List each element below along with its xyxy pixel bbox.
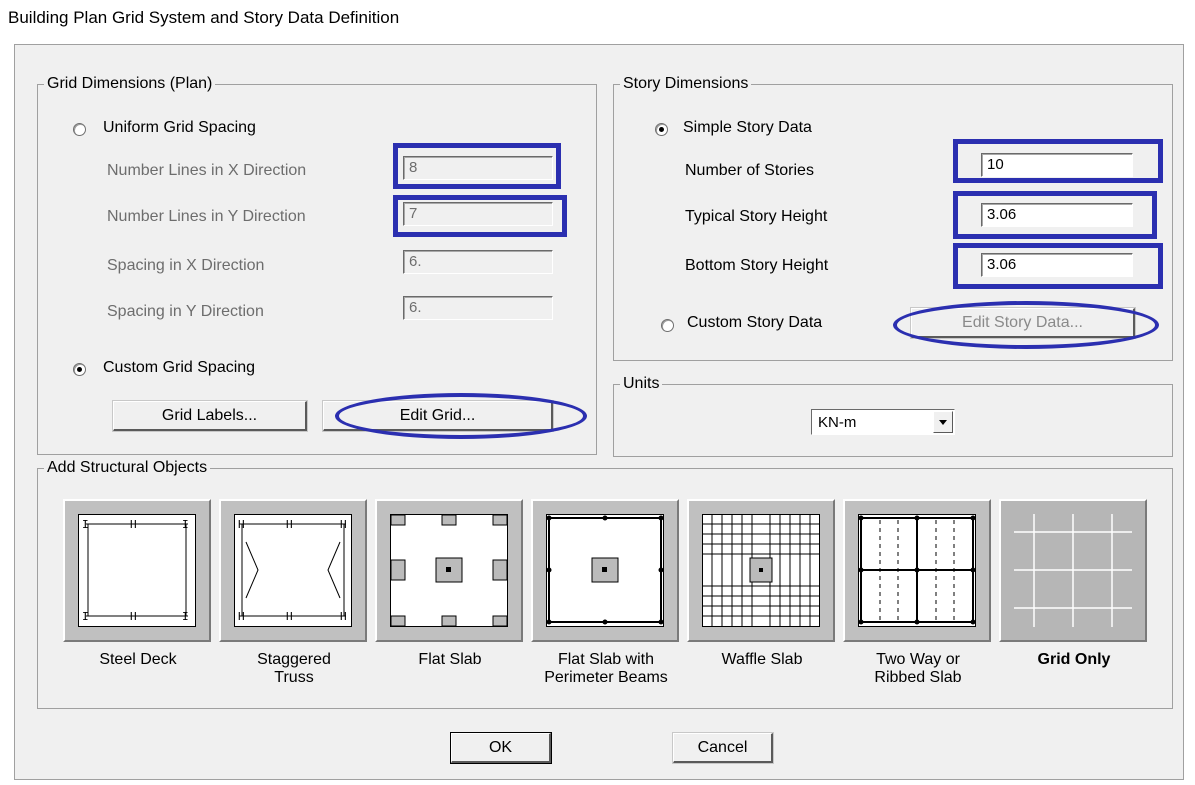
num-stories-field[interactable]: 10 (981, 153, 1133, 177)
steel-deck-label: Steel Deck (99, 651, 177, 668)
svg-text:H: H (340, 518, 347, 531)
structural-objects-legend: Add Structural Objects (47, 459, 208, 476)
spacing-y-field[interactable]: 6. (403, 296, 553, 320)
flat-slab-perimeter-label: Flat Slab with Perimeter Beams (544, 651, 668, 686)
cancel-button[interactable]: Cancel (673, 733, 773, 763)
simple-story-label: Simple Story Data (683, 119, 812, 136)
spacing-x-field[interactable]: 6. (403, 250, 553, 274)
svg-text:I: I (182, 610, 189, 623)
staggered-truss-icon: H H H H H H (234, 514, 352, 627)
custom-story-radio[interactable] (661, 319, 674, 332)
svg-text:I: I (82, 518, 89, 531)
typical-height-field[interactable]: 3.06 (981, 203, 1133, 227)
flat-slab-icon (390, 514, 508, 627)
waffle-slab-tile[interactable] (687, 499, 835, 642)
dialog-title: Building Plan Grid System and Story Data… (8, 8, 400, 27)
uniform-grid-radio[interactable] (73, 123, 86, 136)
waffle-slab-icon (702, 514, 820, 627)
svg-text:H: H (130, 518, 137, 531)
svg-text:H: H (340, 610, 347, 623)
waffle-slab-label: Waffle Slab (721, 651, 803, 668)
lines-y-field[interactable]: 7 (403, 202, 553, 226)
num-stories-label: Number of Stories (685, 162, 814, 179)
svg-text:H: H (130, 610, 137, 623)
units-select-value: KN-m (818, 414, 857, 431)
custom-grid-radio[interactable] (73, 363, 86, 376)
two-way-ribbed-tile[interactable] (843, 499, 991, 642)
staggered-truss-label: Staggered Truss (257, 651, 331, 686)
grid-dimensions-legend: Grid Dimensions (Plan) (47, 75, 213, 92)
dialog-panel: Grid Dimensions (Plan) Uniform Grid Spac… (14, 44, 1184, 780)
flat-slab-perimeter-beams-icon (546, 514, 664, 627)
steel-deck-icon: I H I I H I (78, 514, 196, 627)
svg-text:H: H (286, 518, 293, 531)
grid-only-icon (1014, 514, 1132, 627)
units-select[interactable]: KN-m (811, 409, 955, 435)
simple-story-radio[interactable] (655, 123, 668, 136)
lines-y-label: Number Lines in Y Direction (107, 208, 306, 225)
ok-button[interactable]: OK (450, 732, 552, 764)
flat-slab-perimeter-tile[interactable] (531, 499, 679, 642)
two-way-ribbed-slab-icon (858, 514, 976, 627)
grid-only-tile[interactable] (999, 499, 1147, 642)
grid-only-label: Grid Only (1037, 651, 1111, 668)
lines-x-field[interactable]: 8 (403, 156, 553, 180)
spacing-x-label: Spacing in X Direction (107, 257, 265, 274)
chevron-down-icon (939, 420, 947, 425)
svg-text:I: I (182, 518, 189, 531)
custom-grid-label: Custom Grid Spacing (103, 359, 256, 376)
steel-deck-tile[interactable]: I H I I H I (63, 499, 211, 642)
spacing-y-label: Spacing in Y Direction (107, 303, 264, 320)
edit-story-data-button[interactable]: Edit Story Data... (911, 308, 1135, 338)
grid-labels-button[interactable]: Grid Labels... (113, 401, 307, 431)
bottom-height-field[interactable]: 3.06 (981, 253, 1133, 277)
units-dropdown-button[interactable] (933, 411, 953, 433)
edit-grid-button[interactable]: Edit Grid... (323, 401, 553, 431)
units-legend: Units (623, 375, 660, 392)
custom-story-label: Custom Story Data (687, 314, 823, 331)
typical-height-label: Typical Story Height (685, 208, 828, 225)
two-way-ribbed-label: Two Way or Ribbed Slab (874, 651, 962, 686)
flat-slab-tile[interactable] (375, 499, 523, 642)
staggered-truss-tile[interactable]: H H H H H H (219, 499, 367, 642)
svg-text:H: H (286, 610, 293, 623)
svg-text:H: H (238, 518, 245, 531)
uniform-grid-label: Uniform Grid Spacing (103, 119, 256, 136)
story-dimensions-legend: Story Dimensions (623, 75, 749, 92)
bottom-height-label: Bottom Story Height (685, 257, 829, 274)
flat-slab-label: Flat Slab (418, 651, 482, 668)
lines-x-label: Number Lines in X Direction (107, 162, 307, 179)
svg-text:H: H (238, 610, 245, 623)
svg-text:I: I (82, 610, 89, 623)
